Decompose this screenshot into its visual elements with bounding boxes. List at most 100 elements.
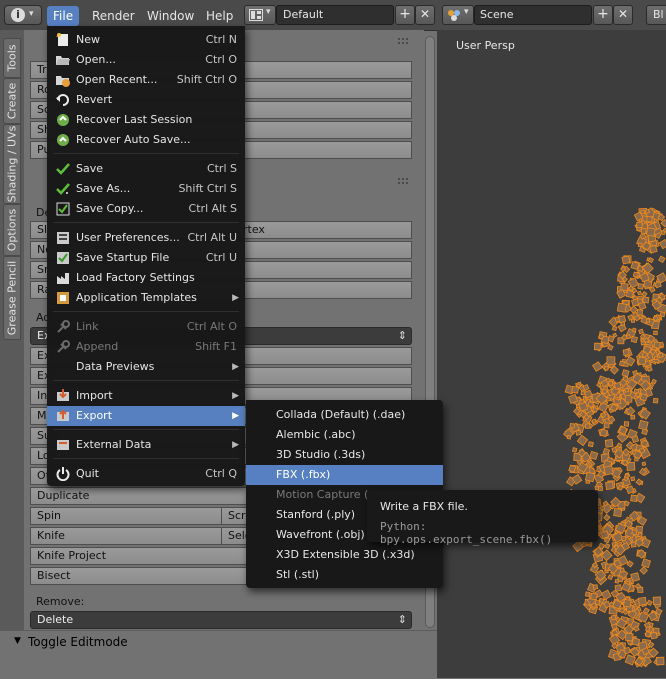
menu-item-recover-auto-save[interactable]: Recover Auto Save...	[47, 130, 245, 150]
mesh-face	[630, 494, 638, 503]
mesh-face	[623, 646, 631, 655]
plus-icon: +	[399, 6, 411, 22]
menu-item-data-previews[interactable]: Data Previews ▶	[47, 357, 245, 377]
panel-grip-icon[interactable]	[398, 178, 408, 184]
export-item-3ds[interactable]: 3D Studio (.3ds)	[246, 445, 443, 465]
menu-item-save-copy[interactable]: Save Copy... Ctrl Alt S	[47, 199, 245, 219]
export-item-fbx[interactable]: FBX (.fbx)	[246, 465, 443, 485]
menu-item-external-data[interactable]: External Data ▶	[47, 435, 245, 455]
mesh-face	[652, 596, 662, 605]
tab-tools[interactable]: Tools	[3, 38, 21, 78]
x-icon: ✕	[617, 7, 629, 21]
menu-render[interactable]: Render	[86, 6, 141, 26]
render-engine-button[interactable]: Bl	[646, 5, 666, 25]
submenu-arrow-icon: ▶	[232, 411, 239, 421]
mesh-face	[653, 341, 661, 349]
tab-options[interactable]: Options	[3, 204, 21, 256]
menu-separator	[53, 380, 239, 381]
scene-name-field[interactable]: Scene	[474, 5, 592, 25]
menu-item-revert[interactable]: Revert	[47, 90, 245, 110]
add-layout-button[interactable]: +	[395, 5, 415, 25]
menu-item-save[interactable]: Save Ctrl S	[47, 159, 245, 179]
mesh-face	[640, 228, 647, 234]
menu-window[interactable]: Window	[141, 6, 200, 26]
mesh-face	[636, 309, 644, 316]
save-as-icon	[56, 183, 70, 195]
layout-grid-icon	[249, 9, 263, 21]
mesh-face	[646, 216, 653, 223]
menu-file[interactable]: File	[47, 6, 80, 26]
chevron-down-icon: ▾	[464, 7, 469, 17]
mesh-face	[626, 560, 634, 568]
mesh-face	[659, 311, 666, 318]
delete-scene-button[interactable]: ✕	[613, 5, 633, 25]
mesh-face	[642, 607, 650, 615]
mesh-face	[654, 355, 659, 360]
menu-item-save-as[interactable]: Save As... Shift Ctrl S	[47, 179, 245, 199]
3d-viewport[interactable]: User Persp	[437, 30, 666, 678]
mesh-face	[630, 476, 636, 482]
export-item-stl[interactable]: Stl (.stl)	[246, 565, 443, 585]
menu-item-user-preferences[interactable]: User Preferences... Ctrl Alt U	[47, 228, 245, 248]
mesh-face	[653, 330, 658, 336]
mesh-face	[625, 289, 634, 299]
editor-type-button[interactable]: i ▾	[4, 5, 42, 25]
mesh-face	[637, 532, 643, 538]
menu-help[interactable]: Help	[200, 6, 239, 26]
recover-auto-icon	[57, 134, 69, 146]
menu-item-import[interactable]: Import ▶	[47, 386, 245, 406]
add-scene-button[interactable]: +	[593, 5, 613, 25]
preferences-icon	[57, 232, 69, 244]
toggle-editmode-panel[interactable]: ▼ Toggle Editmode	[0, 630, 437, 679]
delete-layout-button[interactable]: ✕	[415, 5, 435, 25]
mesh-face	[587, 441, 594, 448]
screen-layout-button[interactable]: ▾	[244, 5, 276, 25]
updown-arrow-icon: ⇕	[397, 613, 407, 626]
mesh-face	[598, 486, 603, 492]
tab-create[interactable]: Create	[3, 78, 21, 124]
menu-item-load-factory-settings[interactable]: Load Factory Settings	[47, 268, 245, 288]
mesh-face	[603, 365, 609, 371]
x-icon: ✕	[419, 7, 431, 21]
mesh-face	[638, 419, 649, 431]
panel-grip-icon[interactable]	[398, 38, 408, 44]
menu-item-save-startup-file[interactable]: Save Startup File Ctrl U	[47, 248, 245, 268]
mesh-face	[631, 327, 637, 333]
menu-item-recover-last-session[interactable]: Recover Last Session	[47, 110, 245, 130]
mesh-face	[604, 439, 614, 448]
mesh-face	[623, 421, 630, 427]
mesh-face	[650, 631, 658, 640]
tab-shading-uvs[interactable]: Shading / UVs	[3, 124, 21, 204]
mesh-face	[637, 242, 643, 248]
menu-item-application-templates[interactable]: Application Templates ▶	[47, 288, 245, 308]
layout-name-field[interactable]: Default	[276, 5, 394, 25]
mesh-face	[639, 566, 648, 575]
export-item-alembic[interactable]: Alembic (.abc)	[246, 425, 443, 445]
mesh-face	[590, 592, 598, 601]
power-icon	[56, 467, 70, 481]
menu-item-export[interactable]: Export ▶	[47, 406, 245, 426]
menu-item-quit[interactable]: Quit Ctrl Q	[47, 464, 245, 484]
export-item-collada[interactable]: Collada (Default) (.dae)	[246, 405, 443, 425]
knife-button[interactable]: Knife	[30, 527, 222, 545]
mesh-face	[607, 574, 614, 581]
spin-button[interactable]: Spin	[30, 507, 222, 525]
revert-icon	[56, 94, 69, 106]
remove-label: Remove:	[36, 595, 85, 608]
tab-grease-pencil[interactable]: Grease Pencil	[3, 256, 21, 340]
link-icon	[57, 320, 70, 333]
mesh-face	[637, 282, 645, 290]
delete-dropdown[interactable]: Delete ⇕	[30, 611, 412, 629]
menu-separator	[53, 429, 239, 430]
menu-item-new[interactable]: New Ctrl N	[47, 30, 245, 50]
mesh-object[interactable]	[437, 30, 666, 678]
menu-item-open-recent[interactable]: Open Recent... Shift Ctrl O	[47, 70, 245, 90]
menu-item-open[interactable]: Open... Ctrl O	[47, 50, 245, 70]
toggle-editmode-label: Toggle Editmode	[28, 635, 128, 649]
mesh-face	[607, 344, 614, 351]
mesh-face	[584, 471, 596, 483]
export-item-x3d[interactable]: X3D Extensible 3D (.x3d)	[246, 545, 443, 565]
tooltip-python: Python: bpy.ops.export_scene.fbx()	[380, 520, 553, 546]
mesh-face	[645, 318, 651, 323]
scene-selector-button[interactable]: ▾	[442, 5, 474, 25]
